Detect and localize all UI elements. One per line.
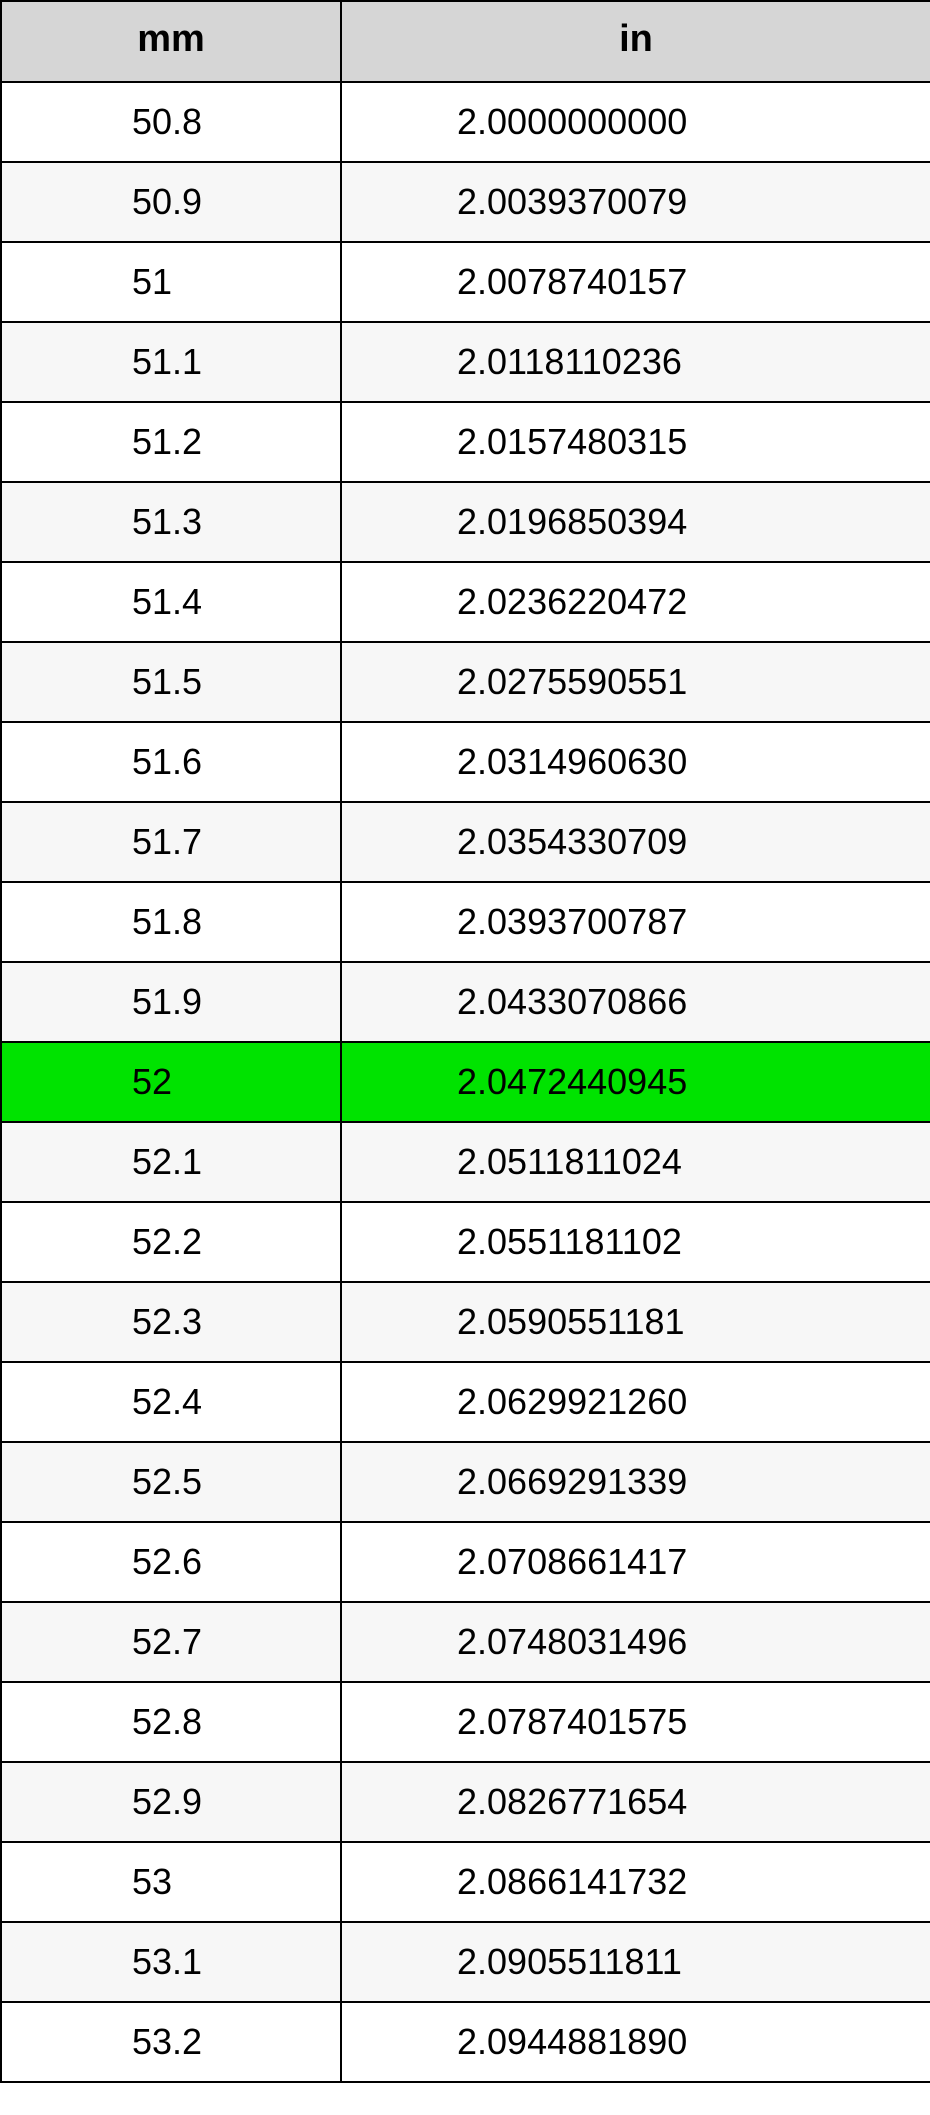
cell-in: 2.0472440945 <box>341 1042 930 1122</box>
table-row: 51.92.0433070866 <box>1 962 930 1042</box>
table-row: 51.22.0157480315 <box>1 402 930 482</box>
cell-in: 2.0039370079 <box>341 162 930 242</box>
cell-mm: 53.1 <box>1 1922 341 2002</box>
cell-in: 2.0433070866 <box>341 962 930 1042</box>
cell-mm: 50.9 <box>1 162 341 242</box>
table-row: 51.42.0236220472 <box>1 562 930 642</box>
cell-mm: 51.3 <box>1 482 341 562</box>
table-row: 50.92.0039370079 <box>1 162 930 242</box>
cell-mm: 52.1 <box>1 1122 341 1202</box>
table-row: 532.0866141732 <box>1 1842 930 1922</box>
table-header-row: mm in <box>1 1 930 82</box>
cell-in: 2.0157480315 <box>341 402 930 482</box>
cell-mm: 52.9 <box>1 1762 341 1842</box>
table-row: 52.52.0669291339 <box>1 1442 930 1522</box>
header-in: in <box>341 1 930 82</box>
table-row: 50.82.0000000000 <box>1 82 930 162</box>
table-row: 51.32.0196850394 <box>1 482 930 562</box>
header-mm: mm <box>1 1 341 82</box>
table-row: 52.22.0551181102 <box>1 1202 930 1282</box>
table-row: 51.52.0275590551 <box>1 642 930 722</box>
cell-in: 2.0314960630 <box>341 722 930 802</box>
cell-in: 2.0275590551 <box>341 642 930 722</box>
cell-in: 2.0787401575 <box>341 1682 930 1762</box>
cell-in: 2.0354330709 <box>341 802 930 882</box>
cell-mm: 52.4 <box>1 1362 341 1442</box>
table-row: 52.32.0590551181 <box>1 1282 930 1362</box>
cell-mm: 51.1 <box>1 322 341 402</box>
cell-in: 2.0393700787 <box>341 882 930 962</box>
conversion-table: mm in 50.82.000000000050.92.003937007951… <box>0 0 930 2083</box>
cell-mm: 52.5 <box>1 1442 341 1522</box>
cell-in: 2.0551181102 <box>341 1202 930 1282</box>
cell-mm: 51.2 <box>1 402 341 482</box>
cell-in: 2.0944881890 <box>341 2002 930 2082</box>
cell-mm: 52.7 <box>1 1602 341 1682</box>
cell-in: 2.0078740157 <box>341 242 930 322</box>
cell-in: 2.0590551181 <box>341 1282 930 1362</box>
table-row: 51.12.0118110236 <box>1 322 930 402</box>
cell-mm: 52.3 <box>1 1282 341 1362</box>
cell-mm: 53 <box>1 1842 341 1922</box>
cell-mm: 53.2 <box>1 2002 341 2082</box>
cell-mm: 50.8 <box>1 82 341 162</box>
table-row: 51.72.0354330709 <box>1 802 930 882</box>
cell-mm: 51.5 <box>1 642 341 722</box>
cell-mm: 51.8 <box>1 882 341 962</box>
table-row: 53.12.0905511811 <box>1 1922 930 2002</box>
cell-mm: 52.2 <box>1 1202 341 1282</box>
cell-mm: 51.6 <box>1 722 341 802</box>
table-row: 52.12.0511811024 <box>1 1122 930 1202</box>
table-row: 52.62.0708661417 <box>1 1522 930 1602</box>
cell-in: 2.0236220472 <box>341 562 930 642</box>
cell-in: 2.0000000000 <box>341 82 930 162</box>
cell-in: 2.0708661417 <box>341 1522 930 1602</box>
table-row: 512.0078740157 <box>1 242 930 322</box>
table-row: 51.82.0393700787 <box>1 882 930 962</box>
cell-in: 2.0629921260 <box>341 1362 930 1442</box>
cell-mm: 52 <box>1 1042 341 1122</box>
table-row: 51.62.0314960630 <box>1 722 930 802</box>
table-row: 52.92.0826771654 <box>1 1762 930 1842</box>
cell-mm: 51.4 <box>1 562 341 642</box>
table-row: 52.72.0748031496 <box>1 1602 930 1682</box>
cell-in: 2.0905511811 <box>341 1922 930 2002</box>
cell-mm: 52.8 <box>1 1682 341 1762</box>
cell-mm: 52.6 <box>1 1522 341 1602</box>
table-row: 52.42.0629921260 <box>1 1362 930 1442</box>
cell-in: 2.0826771654 <box>341 1762 930 1842</box>
table-row: 522.0472440945 <box>1 1042 930 1122</box>
cell-in: 2.0669291339 <box>341 1442 930 1522</box>
table-row: 52.82.0787401575 <box>1 1682 930 1762</box>
cell-in: 2.0866141732 <box>341 1842 930 1922</box>
cell-in: 2.0748031496 <box>341 1602 930 1682</box>
cell-mm: 51 <box>1 242 341 322</box>
cell-in: 2.0511811024 <box>341 1122 930 1202</box>
cell-mm: 51.9 <box>1 962 341 1042</box>
cell-in: 2.0196850394 <box>341 482 930 562</box>
cell-mm: 51.7 <box>1 802 341 882</box>
table-row: 53.22.0944881890 <box>1 2002 930 2082</box>
cell-in: 2.0118110236 <box>341 322 930 402</box>
